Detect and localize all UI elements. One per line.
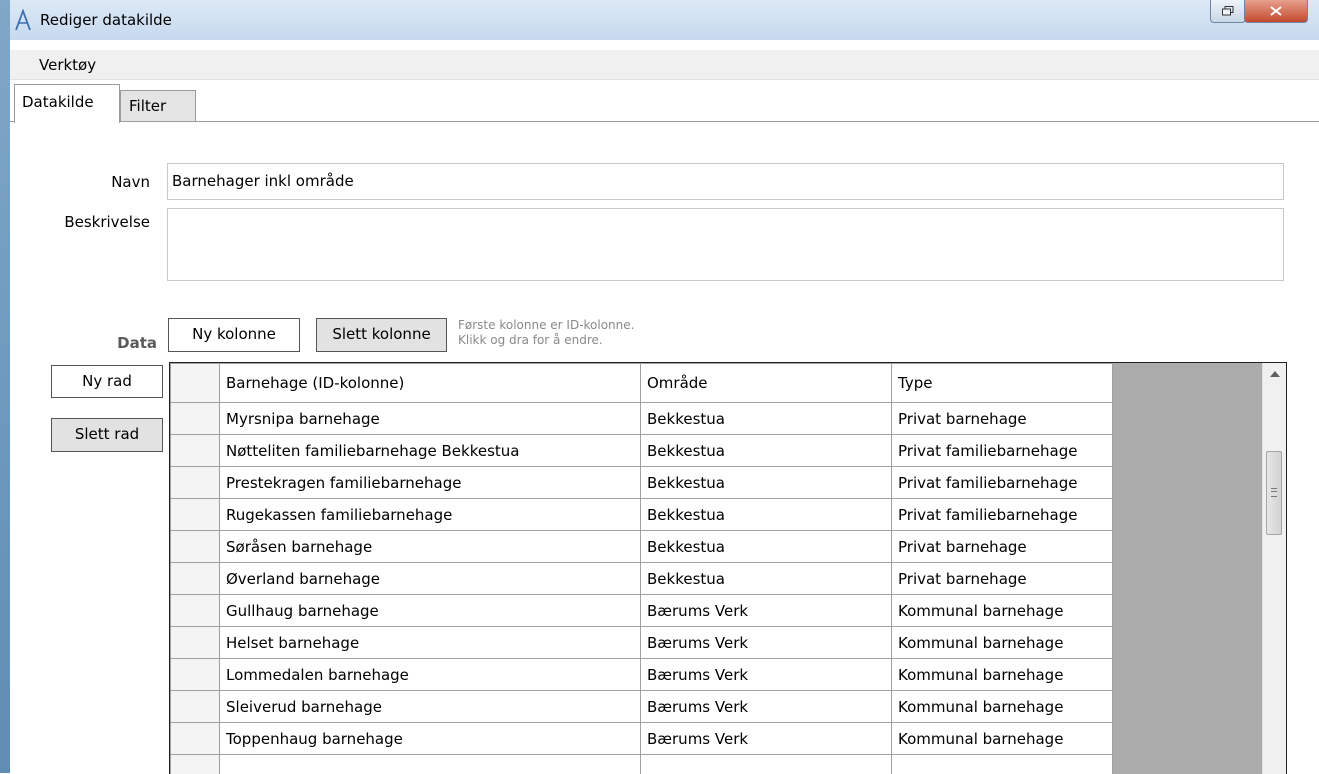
cell-omrade[interactable]: Bekkestua xyxy=(641,499,892,531)
table-row[interactable]: Toppenhaug barnehageBærums VerkKommunal … xyxy=(171,723,1113,755)
scroll-grip-icon xyxy=(1271,488,1277,497)
column-hint: Første kolonne er ID-kolonne. Klikk og d… xyxy=(458,318,634,348)
row-header[interactable] xyxy=(171,563,220,595)
close-button[interactable] xyxy=(1244,0,1308,23)
grid-header-row: Barnehage (ID-kolonne) Område Type xyxy=(171,364,1113,403)
row-header[interactable] xyxy=(171,723,220,755)
table-row[interactable]: Myrsnipa barnehageBekkestuaPrivat barneh… xyxy=(171,403,1113,435)
row-header-corner[interactable] xyxy=(171,364,220,403)
cell-type[interactable]: Privat barnehage xyxy=(892,563,1113,595)
data-section-label: Data xyxy=(100,334,157,352)
cell-barnehage[interactable]: Nøtteliten familiebarnehage Bekkestua xyxy=(220,435,641,467)
cell-omrade[interactable]: Bærums Verk xyxy=(641,627,892,659)
cell-barnehage[interactable]: Gullhaug barnehage xyxy=(220,595,641,627)
column-header-omrade[interactable]: Område xyxy=(641,364,892,403)
cell-omrade[interactable]: Bekkestua xyxy=(641,467,892,499)
table-row[interactable]: Helset barnehageBærums VerkKommunal barn… xyxy=(171,627,1113,659)
table-row[interactable]: Lommedalen barnehageBærums VerkKommunal … xyxy=(171,659,1113,691)
menu-bar: Verktøy xyxy=(10,50,1319,80)
cell-type[interactable] xyxy=(892,755,1113,774)
column-header-barnehage[interactable]: Barnehage (ID-kolonne) xyxy=(220,364,641,403)
data-grid-table: Barnehage (ID-kolonne) Område Type Myrsn… xyxy=(170,363,1113,774)
column-header-type[interactable]: Type xyxy=(892,364,1113,403)
row-header[interactable] xyxy=(171,659,220,691)
cell-omrade[interactable]: Bærums Verk xyxy=(641,723,892,755)
delete-row-button[interactable]: Slett rad xyxy=(51,418,163,452)
restore-window-icon xyxy=(1222,6,1234,16)
restore-button[interactable] xyxy=(1210,0,1246,23)
app-logo-icon xyxy=(14,9,32,31)
table-row[interactable] xyxy=(171,755,1113,774)
scroll-up-arrow-icon[interactable] xyxy=(1270,371,1280,377)
table-row[interactable]: Nøtteliten familiebarnehage BekkestuaBek… xyxy=(171,435,1113,467)
delete-column-button[interactable]: Slett kolonne xyxy=(316,318,447,352)
table-row[interactable]: Søråsen barnehageBekkestuaPrivat barneha… xyxy=(171,531,1113,563)
cell-barnehage[interactable]: Lommedalen barnehage xyxy=(220,659,641,691)
cell-omrade[interactable]: Bærums Verk xyxy=(641,595,892,627)
cell-type[interactable]: Kommunal barnehage xyxy=(892,659,1113,691)
row-header[interactable] xyxy=(171,435,220,467)
cell-omrade[interactable]: Bærums Verk xyxy=(641,691,892,723)
new-column-button[interactable]: Ny kolonne xyxy=(168,318,300,352)
cell-type[interactable]: Privat familiebarnehage xyxy=(892,435,1113,467)
table-row[interactable]: Sleiverud barnehageBærums VerkKommunal b… xyxy=(171,691,1113,723)
cell-type[interactable]: Kommunal barnehage xyxy=(892,595,1113,627)
cell-barnehage[interactable]: Øverland barnehage xyxy=(220,563,641,595)
row-header[interactable] xyxy=(171,595,220,627)
close-window-icon xyxy=(1270,6,1282,16)
edit-datasource-window: Rediger datakilde Verktøy Datakilde Filt… xyxy=(10,0,1319,773)
table-row[interactable]: Gullhaug barnehageBærums VerkKommunal ba… xyxy=(171,595,1113,627)
title-bar[interactable]: Rediger datakilde xyxy=(10,0,1319,40)
table-row[interactable]: Øverland barnehageBekkestuaPrivat barneh… xyxy=(171,563,1113,595)
cell-barnehage[interactable]: Sleiverud barnehage xyxy=(220,691,641,723)
row-header[interactable] xyxy=(171,691,220,723)
table-row[interactable]: Rugekassen familiebarnehageBekkestuaPriv… xyxy=(171,499,1113,531)
cell-type[interactable]: Privat familiebarnehage xyxy=(892,467,1113,499)
tab-filter-label: Filter xyxy=(129,97,166,115)
cell-type[interactable]: Kommunal barnehage xyxy=(892,723,1113,755)
tab-datakilde[interactable]: Datakilde xyxy=(14,84,120,123)
cell-barnehage[interactable]: Søråsen barnehage xyxy=(220,531,641,563)
cell-barnehage[interactable]: Toppenhaug barnehage xyxy=(220,723,641,755)
row-header[interactable] xyxy=(171,499,220,531)
table-row[interactable]: Prestekragen familiebarnehageBekkestuaPr… xyxy=(171,467,1113,499)
tab-filter[interactable]: Filter xyxy=(120,90,196,122)
tab-strip-border xyxy=(10,121,1319,122)
cell-type[interactable]: Privat familiebarnehage xyxy=(892,499,1113,531)
cell-omrade[interactable]: Bekkestua xyxy=(641,435,892,467)
cell-omrade[interactable]: Bekkestua xyxy=(641,563,892,595)
cell-omrade[interactable]: Bærums Verk xyxy=(641,659,892,691)
cell-barnehage[interactable]: Rugekassen familiebarnehage xyxy=(220,499,641,531)
row-header[interactable] xyxy=(171,627,220,659)
cell-barnehage[interactable] xyxy=(220,755,641,774)
cell-omrade[interactable]: Bekkestua xyxy=(641,531,892,563)
cell-barnehage[interactable]: Helset barnehage xyxy=(220,627,641,659)
scrollbar-thumb[interactable] xyxy=(1266,451,1282,535)
cell-type[interactable]: Kommunal barnehage xyxy=(892,691,1113,723)
window-title: Rediger datakilde xyxy=(40,11,172,29)
cell-barnehage[interactable]: Prestekragen familiebarnehage xyxy=(220,467,641,499)
desktop-background-strip xyxy=(0,0,10,773)
vertical-scrollbar[interactable] xyxy=(1262,363,1286,774)
cell-barnehage[interactable]: Myrsnipa barnehage xyxy=(220,403,641,435)
cell-type[interactable]: Privat barnehage xyxy=(892,403,1113,435)
row-header[interactable] xyxy=(171,467,220,499)
cell-type[interactable]: Privat barnehage xyxy=(892,531,1113,563)
navn-input[interactable]: Barnehager inkl område xyxy=(167,163,1284,200)
row-header[interactable] xyxy=(171,403,220,435)
column-hint-line-1: Første kolonne er ID-kolonne. xyxy=(458,318,634,333)
navn-label: Navn xyxy=(80,173,150,191)
row-header[interactable] xyxy=(171,531,220,563)
tab-datakilde-label: Datakilde xyxy=(22,93,94,111)
beskrivelse-textarea[interactable] xyxy=(167,208,1284,281)
row-header[interactable] xyxy=(171,755,220,774)
column-hint-line-2: Klikk og dra for å endre. xyxy=(458,333,634,348)
beskrivelse-label: Beskrivelse xyxy=(30,213,150,231)
cell-omrade[interactable]: Bekkestua xyxy=(641,403,892,435)
new-row-button[interactable]: Ny rad xyxy=(51,365,163,398)
data-grid[interactable]: Barnehage (ID-kolonne) Område Type Myrsn… xyxy=(169,362,1287,774)
cell-type[interactable]: Kommunal barnehage xyxy=(892,627,1113,659)
menu-verktoy[interactable]: Verktøy xyxy=(39,56,96,74)
cell-omrade[interactable] xyxy=(641,755,892,774)
